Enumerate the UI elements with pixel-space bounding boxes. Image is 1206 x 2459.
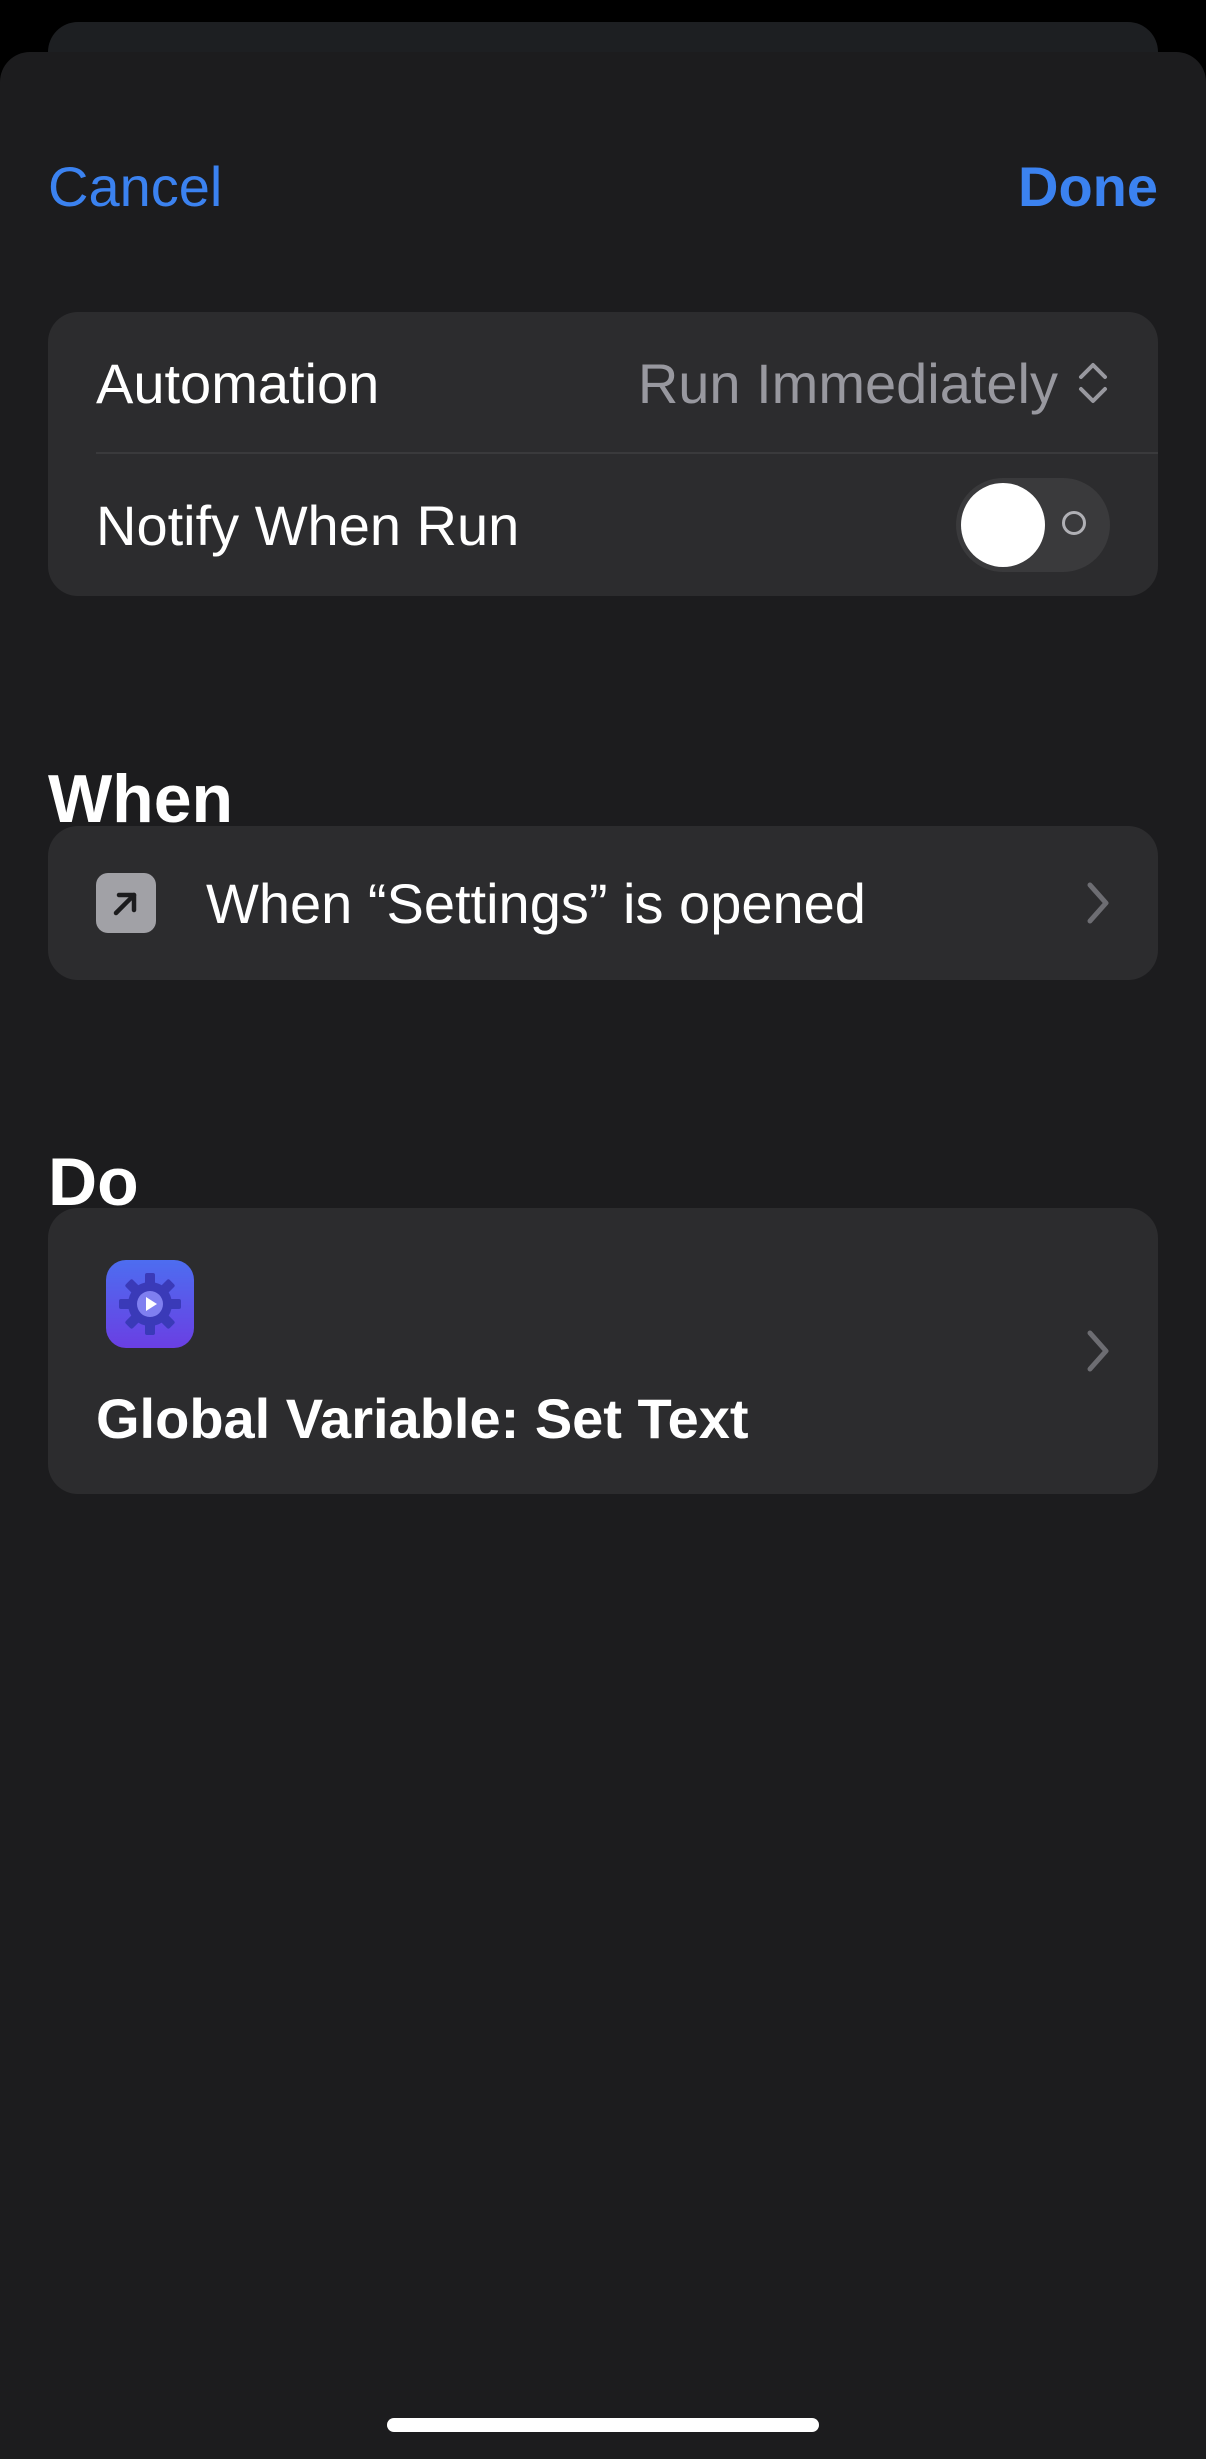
- cancel-button[interactable]: Cancel: [48, 152, 222, 222]
- toggle-off-indicator-icon: [1062, 511, 1086, 535]
- trigger-row[interactable]: When “Settings” is opened: [48, 826, 1158, 980]
- action-label: Global Variable: Set Text: [96, 1387, 749, 1450]
- notify-toggle[interactable]: [956, 478, 1110, 572]
- trigger-label: When “Settings” is opened: [206, 871, 866, 935]
- arrow-up-right-icon: [96, 873, 156, 933]
- done-button[interactable]: Done: [1018, 152, 1158, 222]
- edit-automation-sheet: Cancel Done Automation Run Immediately N…: [0, 52, 1206, 2459]
- when-trigger-group: When “Settings” is opened: [48, 826, 1158, 980]
- chevron-up-down-icon: [1079, 363, 1107, 403]
- home-indicator[interactable]: [387, 2418, 819, 2432]
- chevron-right-icon: [1087, 1330, 1109, 1372]
- chevron-right-icon: [1087, 882, 1109, 924]
- action-card[interactable]: Global Variable: Set Text: [48, 1208, 1158, 1494]
- notify-label: Notify When Run: [96, 493, 520, 557]
- toggle-knob: [961, 483, 1045, 567]
- automation-label: Automation: [96, 351, 380, 415]
- gear-play-app-icon: [106, 1260, 194, 1348]
- automation-settings-group: Automation Run Immediately Notify When R…: [48, 312, 1158, 596]
- automation-mode-selector[interactable]: Run Immediately: [638, 351, 1110, 416]
- automation-row[interactable]: Automation Run Immediately: [48, 312, 1158, 454]
- automation-mode-value: Run Immediately: [637, 351, 1058, 415]
- notify-row: Notify When Run: [48, 454, 1158, 596]
